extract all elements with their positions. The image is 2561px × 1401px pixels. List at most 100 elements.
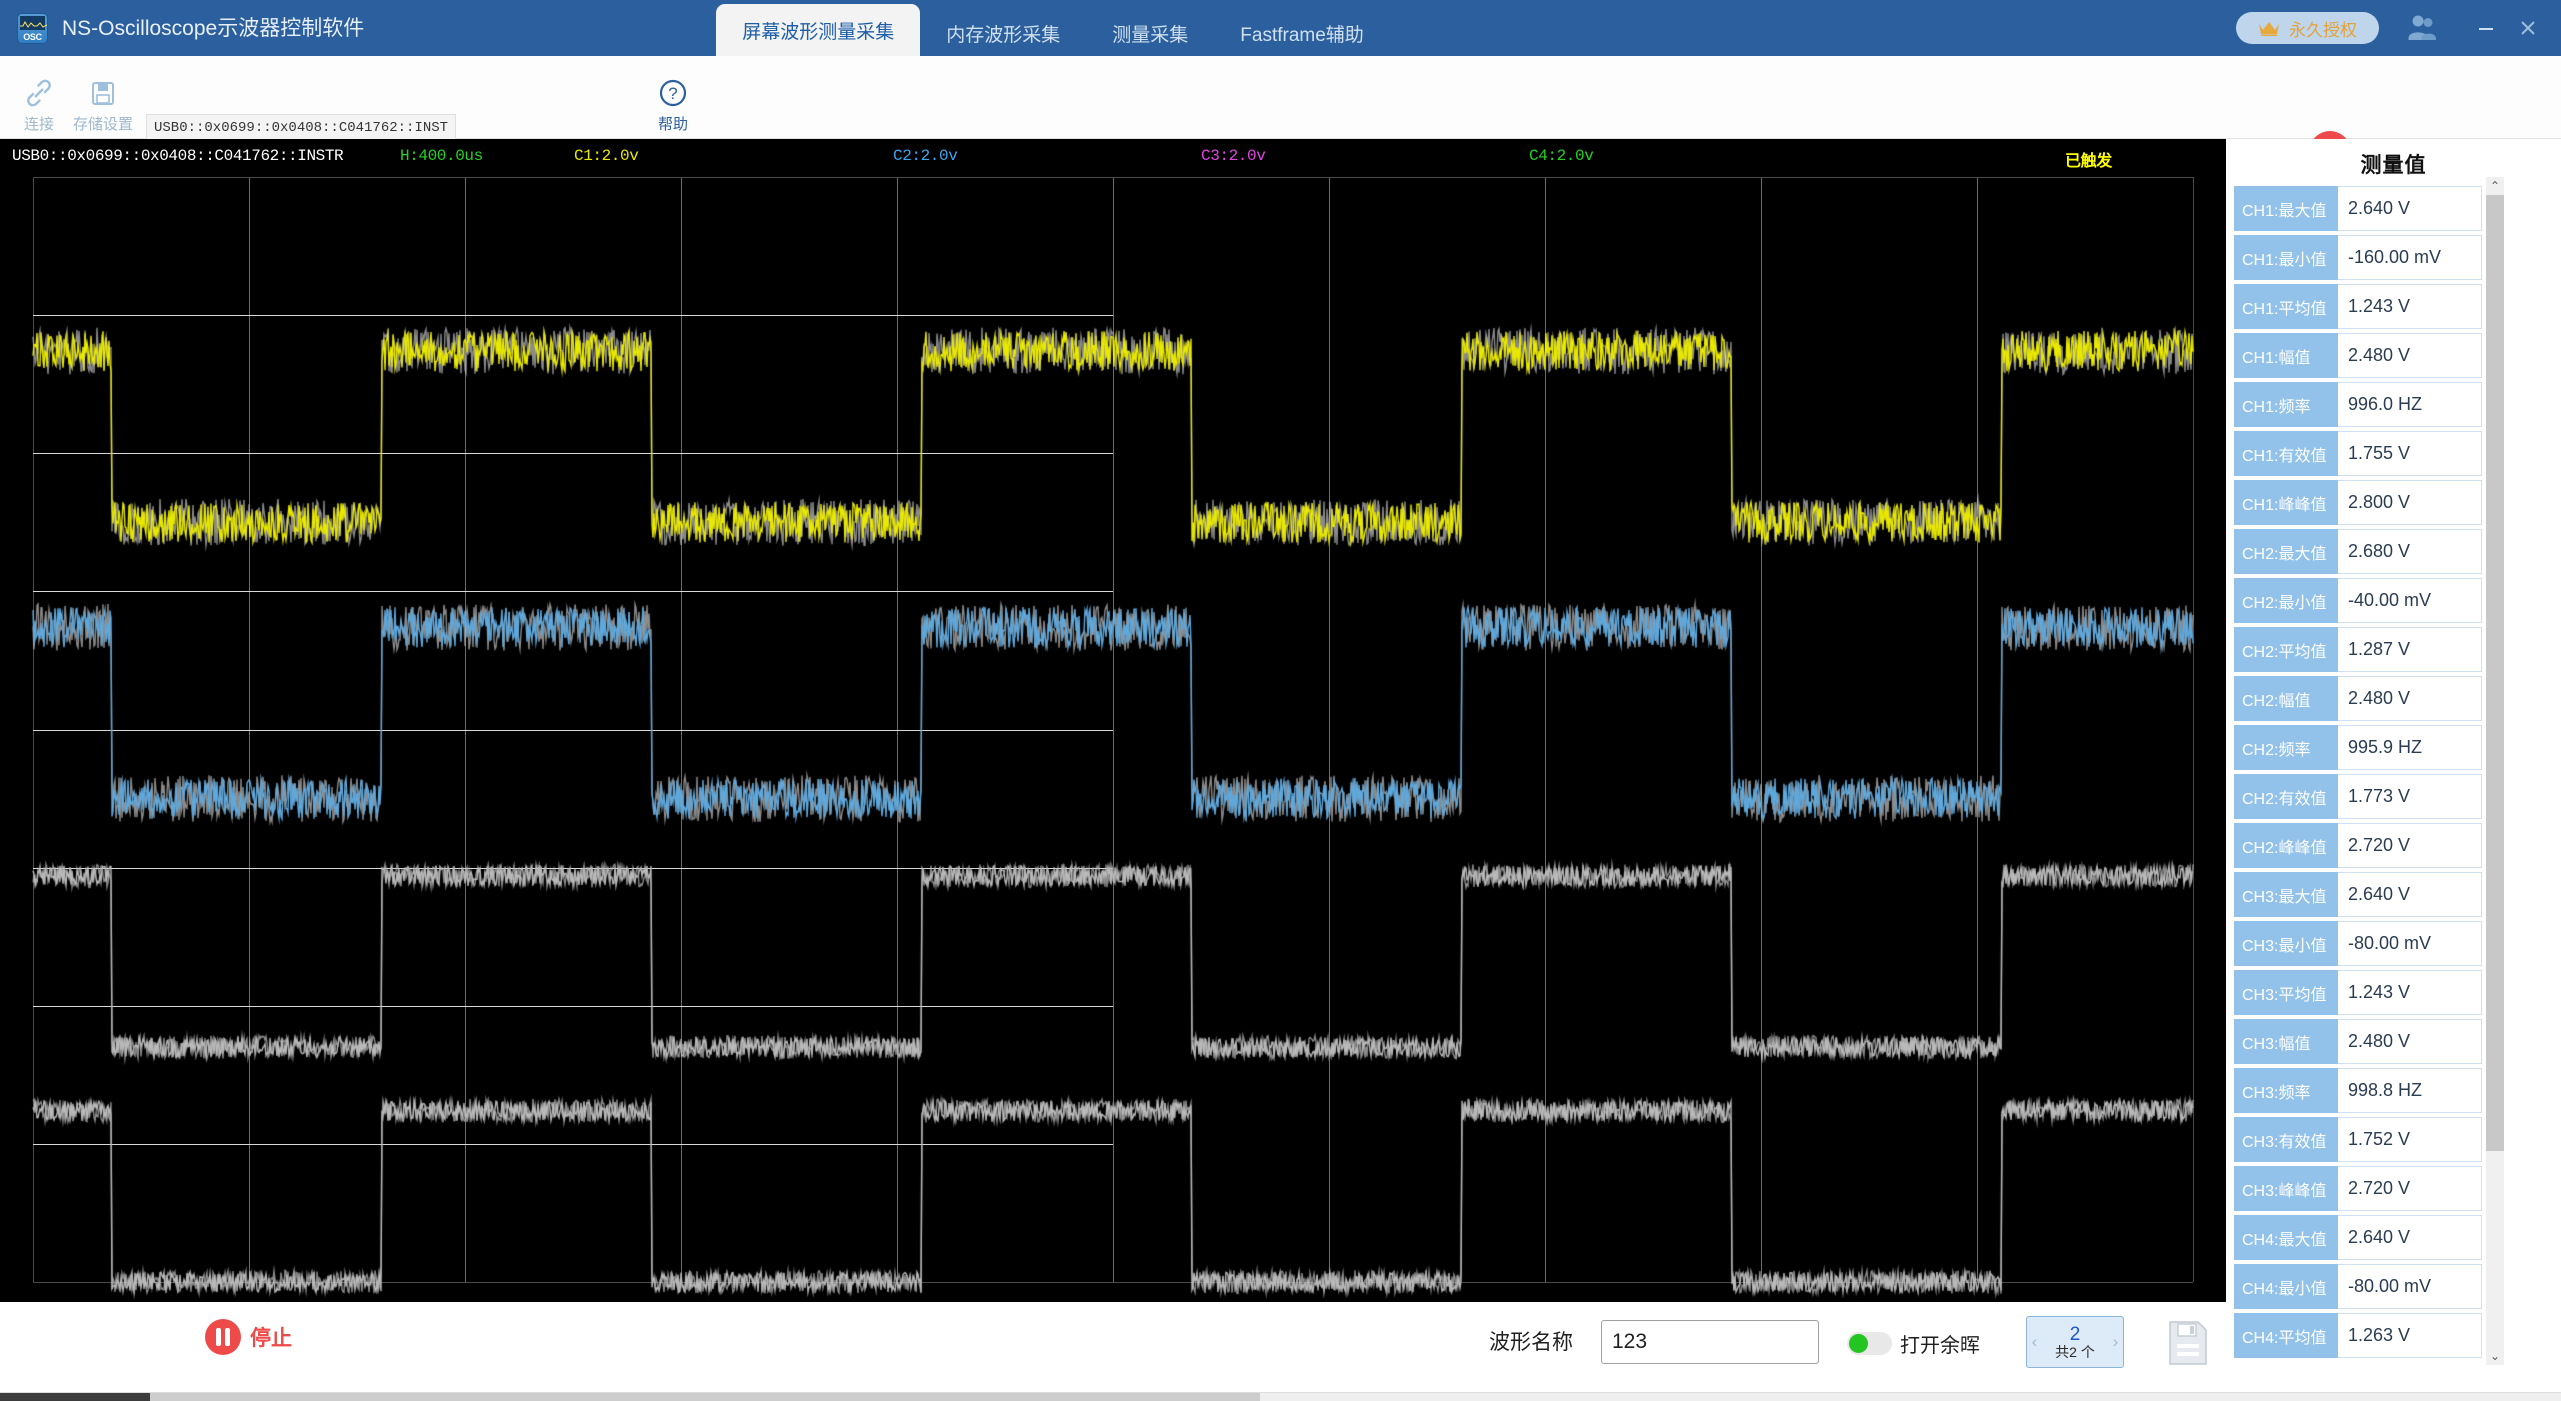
measurement-key: CH3:最小值 [2234,921,2338,966]
measurement-key: CH2:最大值 [2234,529,2338,574]
stop-button[interactable]: 停止 [205,1319,292,1355]
measurement-panel-title: 测量值 [2360,154,2427,177]
measurement-key: CH2:幅值 [2234,676,2338,721]
close-button[interactable] [2507,7,2549,49]
waveform-name-label: 波形名称 [1489,1331,1573,1354]
measurement-value: 1.755 V [2338,431,2482,476]
page-stepper[interactable]: ‹ 2 共2 个 › [2026,1316,2124,1368]
persistence-label: 打开余晖 [1900,1335,1980,1357]
minimize-button[interactable] [2465,7,2507,49]
measurement-key: CH3:有效值 [2234,1117,2338,1162]
measurement-value: 998.8 HZ [2338,1068,2482,1113]
stop-label: 停止 [250,1327,292,1350]
measurement-row[interactable]: CH4:平均值 1.263 V [2234,1313,2482,1358]
measurement-value: -40.00 mV [2338,578,2482,623]
measurement-row[interactable]: CH1:有效值 1.755 V [2234,431,2482,476]
save-waveform-button[interactable] [2166,1318,2210,1373]
measurement-key: CH4:平均值 [2234,1313,2338,1358]
bottom-toolbar: 停止 波形名称 打开余晖 ‹ 2 共2 个 › [0,1302,2226,1392]
page-current: 2 [2069,1323,2081,1345]
measurement-row[interactable]: CH3:平均值 1.243 V [2234,970,2482,1015]
measurement-row[interactable]: CH3:频率 998.8 HZ [2234,1068,2482,1113]
tab-fastframe[interactable]: Fastframe辅助 [1214,10,1390,56]
measurement-row[interactable]: CH1:最大值 2.640 V [2234,186,2482,231]
waveform-display[interactable]: USB0::0x0699::0x0408::C041762::INSTR H:4… [0,139,2226,1302]
measurement-value: 1.773 V [2338,774,2482,819]
connect-button[interactable]: 连接 [6,60,72,134]
prev-page-button[interactable]: ‹ [2027,1332,2042,1352]
license-label: 永久授权 [2289,20,2357,40]
measurement-scroll-up[interactable]: ⌃ [2486,177,2504,195]
tab-screen-waveform-measure[interactable]: 屏幕波形测量采集 [716,4,921,56]
measurement-scrollbar[interactable] [2486,195,2504,1347]
tab-memory-waveform[interactable]: 内存波形采集 [920,10,1086,56]
measurement-key: CH3:频率 [2234,1068,2338,1113]
measurement-row[interactable]: CH1:峰峰值 2.800 V [2234,480,2482,525]
measurement-row[interactable]: CH3:峰峰值 2.720 V [2234,1166,2482,1211]
measurement-key: CH2:平均值 [2234,627,2338,672]
save-icon [2169,1321,2207,1365]
pause-icon [205,1319,241,1355]
tab-measure-capture[interactable]: 测量采集 [1086,10,1214,56]
toggle-knob [1849,1334,1868,1353]
measurement-row[interactable]: CH4:最大值 2.640 V [2234,1215,2482,1260]
measurement-row[interactable]: CH3:最大值 2.640 V [2234,872,2482,917]
storage-settings-label: 存储设置 [72,116,133,133]
scrollbar-corner [0,1393,150,1401]
license-button[interactable]: 永久授权 [2236,12,2379,44]
tab-label: 屏幕波形测量采集 [742,21,895,43]
measurement-key: CH1:幅值 [2234,333,2338,378]
window-horizontal-scrollbar[interactable] [0,1392,2561,1401]
persistence-toggle-group[interactable]: 打开余晖 [1847,1329,1980,1358]
horizontal-scrollbar-thumb[interactable] [150,1393,1260,1401]
toolbar: 连接 存储设置 设置 [0,56,2561,185]
measurement-row[interactable]: CH1:最小值 -160.00 mV [2234,235,2482,280]
measurement-row[interactable]: CH1:频率 996.0 HZ [2234,382,2482,427]
measurement-value: 2.480 V [2338,1019,2482,1064]
help-icon: ? [659,79,687,107]
waveform-name-input[interactable] [1601,1320,1819,1364]
measurement-value: 1.752 V [2338,1117,2482,1162]
measurement-key: CH2:最小值 [2234,578,2338,623]
measurement-row[interactable]: CH2:有效值 1.773 V [2234,774,2482,819]
measurement-key: CH2:有效值 [2234,774,2338,819]
measurement-key: CH1:最小值 [2234,235,2338,280]
measurement-row[interactable]: CH3:有效值 1.752 V [2234,1117,2482,1162]
measurement-key: CH4:最大值 [2234,1215,2338,1260]
measurement-key: CH1:有效值 [2234,431,2338,476]
measurement-row[interactable]: CH2:最大值 2.680 V [2234,529,2482,574]
measurement-row[interactable]: CH3:幅值 2.480 V [2234,1019,2482,1064]
save-disk-icon [92,82,114,105]
measurement-row[interactable]: CH4:最小值 -80.00 mV [2234,1264,2482,1309]
title-bar: OSC NS-Oscilloscope示波器控制软件 屏幕波形测量采集 内存波形… [0,0,2561,56]
users-icon[interactable] [2405,11,2439,45]
svg-text:?: ? [668,84,677,103]
measurement-key: CH2:频率 [2234,725,2338,770]
measurement-key: CH1:平均值 [2234,284,2338,329]
measurement-row[interactable]: CH2:最小值 -40.00 mV [2234,578,2482,623]
app-branding: OSC NS-Oscilloscope示波器控制软件 [0,0,364,56]
scrollbar-thumb[interactable] [2486,195,2504,1152]
app-logo-icon: OSC [17,12,48,44]
measurement-scroll-down[interactable]: ⌄ [2486,1347,2504,1365]
measurement-value: 2.720 V [2338,823,2482,868]
measurement-row[interactable]: CH2:幅值 2.480 V [2234,676,2482,721]
measurement-value: 2.640 V [2338,1215,2482,1260]
measurement-row[interactable]: CH2:峰峰值 2.720 V [2234,823,2482,868]
help-button[interactable]: ? 帮助 [640,60,706,134]
window-controls-group: 永久授权 [2236,0,2561,56]
measurement-row[interactable]: CH1:幅值 2.480 V [2234,333,2482,378]
next-page-button[interactable]: › [2108,1332,2123,1352]
measurement-value: 2.680 V [2338,529,2482,574]
measurement-list[interactable]: CH1:最大值 2.640 V CH1:最小值 -160.00 mV CH1:平均值 1.… [2234,186,2482,1362]
storage-settings-button[interactable]: 存储设置 [70,60,136,134]
measurement-value: 2.800 V [2338,480,2482,525]
measurement-row[interactable]: CH3:最小值 -80.00 mV [2234,921,2482,966]
measurement-row[interactable]: CH1:平均值 1.243 V [2234,284,2482,329]
measurement-row[interactable]: CH2:平均值 1.287 V [2234,627,2482,672]
measurement-value: 996.0 HZ [2338,382,2482,427]
persistence-toggle[interactable] [1847,1332,1892,1355]
tab-label: Fastframe辅助 [1240,24,1364,46]
visa-address-input[interactable] [146,114,456,142]
measurement-row[interactable]: CH2:频率 995.9 HZ [2234,725,2482,770]
